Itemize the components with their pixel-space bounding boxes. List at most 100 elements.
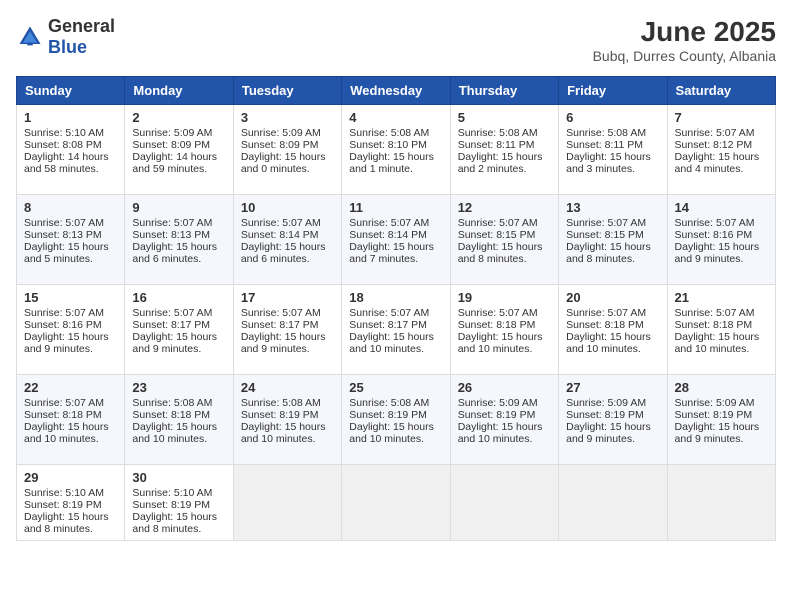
- day-number: 16: [132, 290, 225, 305]
- cell-daylight: Daylight: 15 hours: [241, 151, 326, 163]
- cell-sunrise: Sunrise: 5:07 AM: [24, 397, 104, 409]
- cell-sunset: Sunset: 8:13 PM: [24, 229, 102, 241]
- day-number: 17: [241, 290, 334, 305]
- calendar-cell-jun28: 28 Sunrise: 5:09 AM Sunset: 8:19 PM Dayl…: [667, 375, 775, 465]
- calendar-cell-jun14: 14 Sunrise: 5:07 AM Sunset: 8:16 PM Dayl…: [667, 195, 775, 285]
- cell-sunrise: Sunrise: 5:09 AM: [566, 397, 646, 409]
- cell-sunset: Sunset: 8:11 PM: [458, 139, 535, 151]
- cell-daylight-cont: and 9 minutes.: [132, 343, 201, 355]
- cell-sunrise: Sunrise: 5:07 AM: [349, 217, 429, 229]
- cell-daylight-cont: and 9 minutes.: [24, 343, 93, 355]
- cell-sunset: Sunset: 8:14 PM: [349, 229, 427, 241]
- cell-daylight: Daylight: 15 hours: [241, 331, 326, 343]
- cell-daylight: Daylight: 15 hours: [566, 241, 651, 253]
- calendar-row: 1 Sunrise: 5:10 AM Sunset: 8:08 PM Dayli…: [17, 105, 776, 195]
- calendar-cell-empty: [233, 465, 341, 541]
- calendar-cell-jun17: 17 Sunrise: 5:07 AM Sunset: 8:17 PM Dayl…: [233, 285, 341, 375]
- cell-daylight: Daylight: 15 hours: [458, 241, 543, 253]
- calendar-row: 15 Sunrise: 5:07 AM Sunset: 8:16 PM Dayl…: [17, 285, 776, 375]
- day-number: 27: [566, 380, 659, 395]
- col-wednesday: Wednesday: [342, 77, 450, 105]
- cell-sunset: Sunset: 8:15 PM: [566, 229, 644, 241]
- cell-sunset: Sunset: 8:17 PM: [241, 319, 319, 331]
- cell-sunrise: Sunrise: 5:07 AM: [566, 307, 646, 319]
- cell-sunset: Sunset: 8:13 PM: [132, 229, 210, 241]
- cell-daylight: Daylight: 15 hours: [241, 421, 326, 433]
- logo-blue-text: Blue: [48, 37, 87, 57]
- cell-daylight-cont: and 10 minutes.: [349, 343, 424, 355]
- col-thursday: Thursday: [450, 77, 558, 105]
- cell-daylight-cont: and 10 minutes.: [241, 433, 316, 445]
- day-number: 14: [675, 200, 768, 215]
- calendar-cell-jun7: 7 Sunrise: 5:07 AM Sunset: 8:12 PM Dayli…: [667, 105, 775, 195]
- cell-daylight-cont: and 10 minutes.: [132, 433, 207, 445]
- col-saturday: Saturday: [667, 77, 775, 105]
- cell-sunset: Sunset: 8:17 PM: [132, 319, 210, 331]
- day-number: 4: [349, 110, 442, 125]
- cell-daylight: Daylight: 15 hours: [24, 421, 109, 433]
- calendar-table: Sunday Monday Tuesday Wednesday Thursday…: [16, 76, 776, 541]
- calendar-cell-jun16: 16 Sunrise: 5:07 AM Sunset: 8:17 PM Dayl…: [125, 285, 233, 375]
- calendar-cell-jun30: 30 Sunrise: 5:10 AM Sunset: 8:19 PM Dayl…: [125, 465, 233, 541]
- day-number: 7: [675, 110, 768, 125]
- cell-daylight-cont: and 10 minutes.: [566, 343, 641, 355]
- calendar-cell-jun8: 8 Sunrise: 5:07 AM Sunset: 8:13 PM Dayli…: [17, 195, 125, 285]
- cell-sunset: Sunset: 8:09 PM: [241, 139, 319, 151]
- day-number: 2: [132, 110, 225, 125]
- calendar-cell-jun18: 18 Sunrise: 5:07 AM Sunset: 8:17 PM Dayl…: [342, 285, 450, 375]
- logo: General Blue: [16, 16, 115, 58]
- title-area: June 2025 Bubq, Durres County, Albania: [593, 16, 776, 64]
- cell-daylight: Daylight: 15 hours: [675, 241, 760, 253]
- cell-daylight-cont: and 58 minutes.: [24, 163, 99, 175]
- cell-daylight-cont: and 9 minutes.: [241, 343, 310, 355]
- day-number: 20: [566, 290, 659, 305]
- cell-sunrise: Sunrise: 5:08 AM: [241, 397, 321, 409]
- cell-daylight-cont: and 8 minutes.: [458, 253, 527, 265]
- calendar-cell-jun3: 3 Sunrise: 5:09 AM Sunset: 8:09 PM Dayli…: [233, 105, 341, 195]
- cell-sunset: Sunset: 8:19 PM: [566, 409, 644, 421]
- cell-sunrise: Sunrise: 5:07 AM: [675, 127, 755, 139]
- cell-sunrise: Sunrise: 5:07 AM: [349, 307, 429, 319]
- cell-sunset: Sunset: 8:08 PM: [24, 139, 102, 151]
- day-number: 24: [241, 380, 334, 395]
- cell-sunset: Sunset: 8:11 PM: [566, 139, 643, 151]
- page-container: General Blue June 2025 Bubq, Durres Coun…: [16, 16, 776, 541]
- col-friday: Friday: [559, 77, 667, 105]
- cell-sunset: Sunset: 8:18 PM: [24, 409, 102, 421]
- calendar-cell-jun9: 9 Sunrise: 5:07 AM Sunset: 8:13 PM Dayli…: [125, 195, 233, 285]
- cell-daylight: Daylight: 15 hours: [675, 421, 760, 433]
- day-number: 1: [24, 110, 117, 125]
- day-number: 12: [458, 200, 551, 215]
- cell-sunset: Sunset: 8:16 PM: [675, 229, 753, 241]
- cell-sunset: Sunset: 8:14 PM: [241, 229, 319, 241]
- cell-daylight-cont: and 6 minutes.: [241, 253, 310, 265]
- cell-sunrise: Sunrise: 5:08 AM: [349, 397, 429, 409]
- cell-sunrise: Sunrise: 5:08 AM: [349, 127, 429, 139]
- day-number: 13: [566, 200, 659, 215]
- day-number: 19: [458, 290, 551, 305]
- calendar-cell-jun25: 25 Sunrise: 5:08 AM Sunset: 8:19 PM Dayl…: [342, 375, 450, 465]
- calendar-cell-jun12: 12 Sunrise: 5:07 AM Sunset: 8:15 PM Dayl…: [450, 195, 558, 285]
- logo-icon: [16, 23, 44, 51]
- cell-daylight: Daylight: 15 hours: [349, 241, 434, 253]
- calendar-cell-jun26: 26 Sunrise: 5:09 AM Sunset: 8:19 PM Dayl…: [450, 375, 558, 465]
- cell-daylight: Daylight: 15 hours: [566, 331, 651, 343]
- calendar-cell-empty: [559, 465, 667, 541]
- cell-daylight: Daylight: 15 hours: [675, 151, 760, 163]
- cell-daylight-cont: and 9 minutes.: [566, 433, 635, 445]
- calendar-cell-jun15: 15 Sunrise: 5:07 AM Sunset: 8:16 PM Dayl…: [17, 285, 125, 375]
- cell-daylight: Daylight: 15 hours: [566, 421, 651, 433]
- cell-sunrise: Sunrise: 5:08 AM: [458, 127, 538, 139]
- day-number: 23: [132, 380, 225, 395]
- cell-daylight-cont: and 9 minutes.: [675, 253, 744, 265]
- calendar-cell-jun29: 29 Sunrise: 5:10 AM Sunset: 8:19 PM Dayl…: [17, 465, 125, 541]
- day-number: 11: [349, 200, 442, 215]
- cell-daylight-cont: and 9 minutes.: [675, 433, 744, 445]
- cell-daylight: Daylight: 15 hours: [349, 151, 434, 163]
- cell-sunrise: Sunrise: 5:09 AM: [241, 127, 321, 139]
- calendar-cell-empty: [342, 465, 450, 541]
- cell-daylight: Daylight: 15 hours: [24, 511, 109, 523]
- calendar-cell-jun21: 21 Sunrise: 5:07 AM Sunset: 8:18 PM Dayl…: [667, 285, 775, 375]
- cell-sunrise: Sunrise: 5:09 AM: [675, 397, 755, 409]
- col-tuesday: Tuesday: [233, 77, 341, 105]
